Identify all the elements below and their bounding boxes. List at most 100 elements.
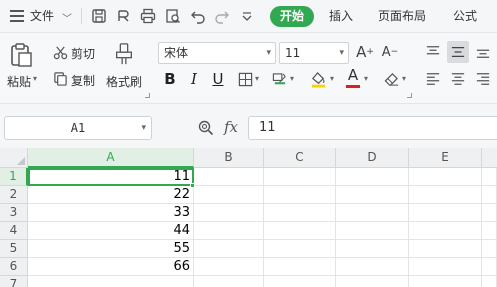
cell-f6[interactable] bbox=[482, 258, 497, 276]
column-header-b[interactable]: B bbox=[194, 148, 264, 168]
cell-a5[interactable]: 55 bbox=[28, 240, 194, 258]
font-name-select[interactable]: 宋体 ▾ bbox=[158, 42, 276, 64]
cell-b3[interactable] bbox=[194, 204, 264, 222]
font-color-button[interactable]: A bbox=[345, 67, 361, 89]
cell-a6[interactable]: 66 bbox=[28, 258, 194, 276]
cell-d2[interactable] bbox=[336, 186, 409, 204]
cell-e2[interactable] bbox=[409, 186, 482, 204]
paste-dropdown-icon[interactable]: ▾ bbox=[33, 74, 37, 83]
cell-d1[interactable] bbox=[336, 168, 409, 186]
name-box[interactable]: A1 ▾ bbox=[4, 116, 152, 140]
font-group-launcher[interactable] bbox=[407, 93, 412, 98]
cell-f4[interactable] bbox=[482, 222, 497, 240]
cell-c7[interactable] bbox=[264, 276, 336, 287]
column-header-e[interactable]: E bbox=[409, 148, 482, 168]
italic-button[interactable]: I bbox=[184, 69, 204, 89]
cell-f7[interactable] bbox=[482, 276, 497, 287]
cell-c5[interactable] bbox=[264, 240, 336, 258]
cell-d5[interactable] bbox=[336, 240, 409, 258]
cell-f3[interactable] bbox=[482, 204, 497, 222]
paste-label[interactable]: 粘贴 bbox=[7, 73, 31, 90]
align-bottom-icon[interactable] bbox=[474, 43, 492, 61]
cell-c3[interactable] bbox=[264, 204, 336, 222]
row-header-2[interactable]: 2 bbox=[0, 186, 28, 204]
cell-e1[interactable] bbox=[409, 168, 482, 186]
borders-dropdown-icon[interactable]: ▾ bbox=[255, 74, 259, 83]
align-top-icon[interactable] bbox=[424, 43, 442, 61]
font-size-select[interactable]: 11 ▾ bbox=[279, 42, 349, 64]
column-header-d[interactable]: D bbox=[336, 148, 409, 168]
fill-color-icon[interactable] bbox=[308, 69, 328, 89]
cell-b6[interactable] bbox=[194, 258, 264, 276]
borders-icon[interactable] bbox=[236, 70, 254, 88]
undo-icon[interactable] bbox=[189, 7, 207, 25]
undo-history-icon[interactable] bbox=[114, 7, 132, 25]
cell-f1[interactable] bbox=[482, 168, 497, 186]
cell-b5[interactable] bbox=[194, 240, 264, 258]
cell-d3[interactable] bbox=[336, 204, 409, 222]
cell-c1[interactable] bbox=[264, 168, 336, 186]
fill-color-dropdown-icon[interactable]: ▾ bbox=[330, 74, 334, 83]
cell-d7[interactable] bbox=[336, 276, 409, 287]
format-painter-label[interactable]: 格式刷 bbox=[106, 73, 142, 90]
cell-d6[interactable] bbox=[336, 258, 409, 276]
select-all-corner[interactable] bbox=[0, 148, 28, 168]
tab-home[interactable]: 开始 bbox=[270, 6, 314, 27]
cell-b7[interactable] bbox=[194, 276, 264, 287]
tab-page-layout[interactable]: 页面布局 bbox=[378, 6, 426, 26]
cell-e7[interactable] bbox=[409, 276, 482, 287]
row-header-3[interactable]: 3 bbox=[0, 204, 28, 222]
cell-c6[interactable] bbox=[264, 258, 336, 276]
format-painter-icon[interactable] bbox=[112, 41, 136, 67]
scissors-icon[interactable] bbox=[52, 44, 68, 60]
cell-b4[interactable] bbox=[194, 222, 264, 240]
column-header-f[interactable] bbox=[482, 148, 497, 168]
formula-input[interactable]: 11 bbox=[248, 116, 497, 140]
cell-style-dropdown-icon[interactable]: ▾ bbox=[290, 74, 294, 83]
fx-button[interactable]: fx bbox=[224, 118, 238, 136]
align-left-icon[interactable] bbox=[424, 70, 442, 88]
cell-b2[interactable] bbox=[194, 186, 264, 204]
print-preview-icon[interactable] bbox=[164, 7, 182, 25]
clipboard-group-launcher[interactable] bbox=[145, 93, 150, 98]
cell-d4[interactable] bbox=[336, 222, 409, 240]
cell-e4[interactable] bbox=[409, 222, 482, 240]
cell-style-icon[interactable] bbox=[270, 70, 288, 88]
cell-a3[interactable]: 33 bbox=[28, 204, 194, 222]
font-color-dropdown-icon[interactable]: ▾ bbox=[364, 74, 368, 83]
row-header-4[interactable]: 4 bbox=[0, 222, 28, 240]
cell-e5[interactable] bbox=[409, 240, 482, 258]
cell-f2[interactable] bbox=[482, 186, 497, 204]
redo-icon[interactable] bbox=[213, 7, 231, 25]
row-header-5[interactable]: 5 bbox=[0, 240, 28, 258]
paste-icon[interactable] bbox=[8, 42, 34, 68]
cell-c4[interactable] bbox=[264, 222, 336, 240]
row-header-1[interactable]: 1 bbox=[0, 168, 28, 186]
tab-formulas[interactable]: 公式 bbox=[453, 6, 477, 26]
cell-c2[interactable] bbox=[264, 186, 336, 204]
cut-button[interactable]: 剪切 bbox=[71, 45, 95, 62]
align-middle-icon[interactable] bbox=[447, 41, 469, 63]
file-menu[interactable]: 文件 bbox=[30, 6, 54, 26]
align-center-icon[interactable] bbox=[449, 70, 467, 88]
shrink-font-button[interactable]: A − bbox=[380, 42, 400, 62]
fill-handle[interactable] bbox=[190, 183, 195, 188]
column-header-a[interactable]: A bbox=[28, 148, 194, 168]
column-header-c[interactable]: C bbox=[264, 148, 336, 168]
cell-a1[interactable]: 11 bbox=[28, 168, 194, 186]
print-icon[interactable] bbox=[139, 7, 157, 25]
menu-icon[interactable] bbox=[10, 10, 24, 22]
cell-e3[interactable] bbox=[409, 204, 482, 222]
row-header-6[interactable]: 6 bbox=[0, 258, 28, 276]
copy-button[interactable]: 复制 bbox=[71, 72, 95, 89]
row-header-7[interactable]: 7 bbox=[0, 276, 28, 287]
cell-f5[interactable] bbox=[482, 240, 497, 258]
cell-a4[interactable]: 44 bbox=[28, 222, 194, 240]
chevron-down-icon[interactable]: ﹀ bbox=[62, 10, 72, 25]
copy-icon[interactable] bbox=[52, 70, 68, 86]
cell-b1[interactable] bbox=[194, 168, 264, 186]
eraser-icon[interactable] bbox=[382, 70, 400, 88]
customize-dropdown-icon[interactable] bbox=[238, 7, 256, 25]
cell-a7[interactable] bbox=[28, 276, 194, 287]
bold-button[interactable]: B bbox=[160, 69, 180, 89]
